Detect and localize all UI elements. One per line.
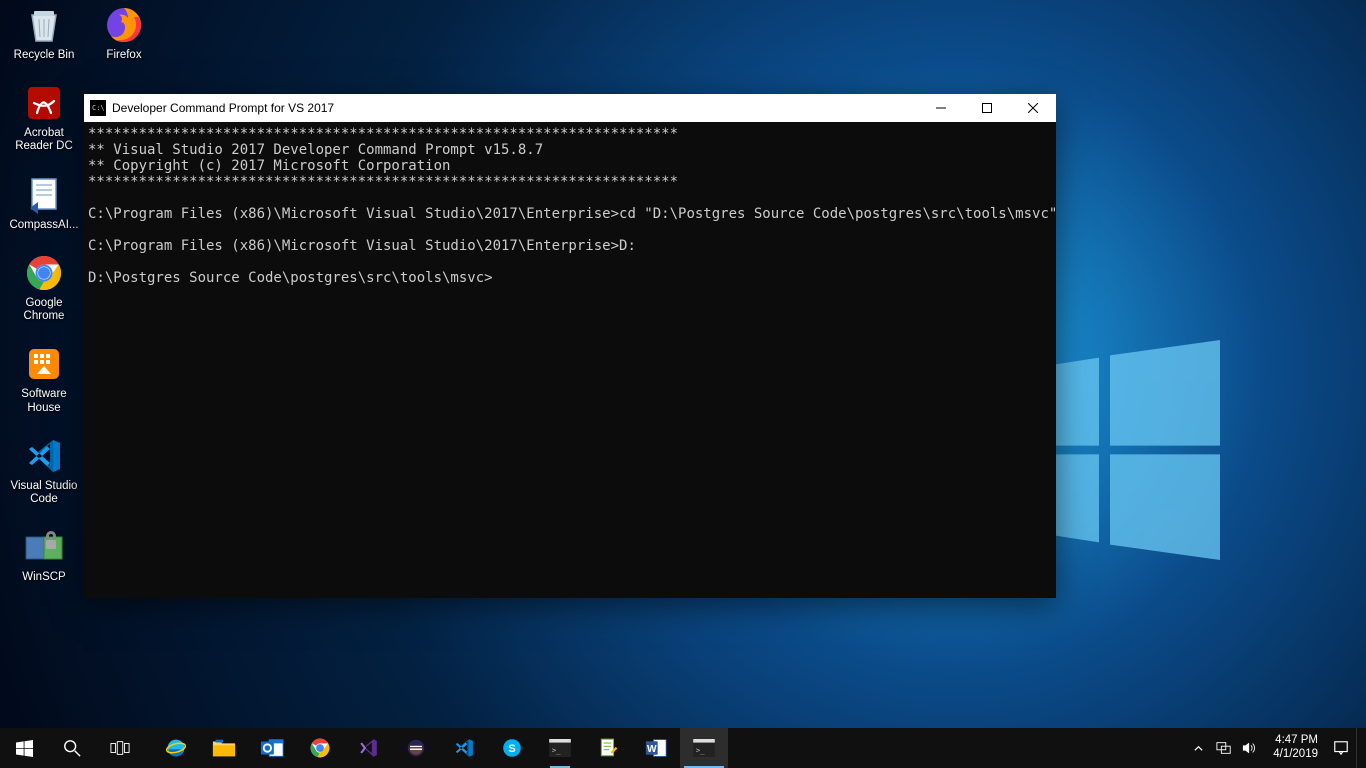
desktop-icon-firefox[interactable]: Firefox — [86, 4, 162, 62]
cmd-icon — [90, 100, 106, 116]
desktop-icon-label: Firefox — [106, 49, 141, 62]
winscp-icon — [23, 526, 65, 568]
taskbar-eclipse[interactable] — [392, 728, 440, 768]
taskbar-explorer[interactable] — [200, 728, 248, 768]
system-tray: 4:47 PM 4/1/2019 — [1187, 728, 1366, 768]
command-prompt-window: Developer Command Prompt for VS 2017 ***… — [84, 94, 1056, 598]
taskbar-notepadpp[interactable] — [584, 728, 632, 768]
window-title: Developer Command Prompt for VS 2017 — [112, 101, 334, 115]
tray-chevron-up-icon[interactable] — [1187, 728, 1209, 768]
desktop-icon-label: Recycle Bin — [14, 49, 75, 62]
taskbar-outlook[interactable] — [248, 728, 296, 768]
acrobat-icon — [23, 82, 65, 124]
svg-text:W: W — [647, 744, 657, 755]
desktop-icon-label: WinSCP — [22, 571, 65, 584]
desktop-icon-label: Visual Studio Code — [6, 480, 82, 506]
desktop-icon-label: Google Chrome — [6, 297, 82, 323]
desktop-icon-label: Acrobat Reader DC — [6, 127, 82, 153]
taskbar-word[interactable]: W — [632, 728, 680, 768]
desktop-icon-compass[interactable]: CompassAI... — [6, 174, 82, 232]
taskbar-vscode[interactable] — [440, 728, 488, 768]
tray-speaker-icon[interactable] — [1239, 728, 1261, 768]
desktop-icons-column-2: Firefox — [86, 4, 166, 62]
desktop-icon-label: CompassAI... — [9, 219, 78, 232]
desktop-icon-acrobat[interactable]: Acrobat Reader DC — [6, 82, 82, 153]
desktop-icon-chrome[interactable]: Google Chrome — [6, 252, 82, 323]
desktop-icon-label: Software House — [6, 388, 82, 414]
taskbar-cmd-active[interactable]: >_ — [680, 728, 728, 768]
desktop-icon-winscp[interactable]: WinSCP — [6, 526, 82, 584]
taskview-button[interactable] — [96, 728, 144, 768]
tray-notifications-icon[interactable] — [1330, 728, 1352, 768]
desktop-icon-recycle-bin[interactable]: Recycle Bin — [6, 4, 82, 62]
show-desktop-button[interactable] — [1356, 728, 1362, 768]
software-house-icon — [23, 343, 65, 385]
svg-text:>_: >_ — [696, 746, 705, 755]
vscode-icon — [23, 435, 65, 477]
start-button[interactable] — [0, 728, 48, 768]
taskbar-visualstudio[interactable] — [344, 728, 392, 768]
minimize-button[interactable] — [918, 94, 964, 122]
tray-date: 4/1/2019 — [1273, 748, 1318, 762]
recycle-bin-icon — [23, 4, 65, 46]
firefox-icon — [103, 4, 145, 46]
titlebar[interactable]: Developer Command Prompt for VS 2017 — [84, 94, 1056, 122]
desktop-icon-software-house[interactable]: Software House — [6, 343, 82, 414]
close-button[interactable] — [1010, 94, 1056, 122]
svg-text:>_: >_ — [552, 746, 561, 755]
tray-time: 4:47 PM — [1273, 734, 1318, 748]
desktop-icon-vscode[interactable]: Visual Studio Code — [6, 435, 82, 506]
terminal-output[interactable]: ****************************************… — [84, 122, 1056, 598]
chrome-icon — [23, 252, 65, 294]
taskbar: S >_ W >_ 4:47 PM 4/1/2019 — [0, 728, 1366, 768]
svg-text:S: S — [508, 743, 515, 755]
tray-clock[interactable]: 4:47 PM 4/1/2019 — [1265, 734, 1326, 762]
taskbar-skype[interactable]: S — [488, 728, 536, 768]
desktop[interactable]: Recycle Bin Acrobat Reader DC CompassAI.… — [0, 0, 1366, 728]
compass-icon — [23, 174, 65, 216]
desktop-icons-column-1: Recycle Bin Acrobat Reader DC CompassAI.… — [6, 4, 96, 584]
taskbar-cmd[interactable]: >_ — [536, 728, 584, 768]
maximize-button[interactable] — [964, 94, 1010, 122]
taskbar-ie[interactable] — [152, 728, 200, 768]
tray-network-icon[interactable] — [1213, 728, 1235, 768]
search-button[interactable] — [48, 728, 96, 768]
taskbar-chrome[interactable] — [296, 728, 344, 768]
